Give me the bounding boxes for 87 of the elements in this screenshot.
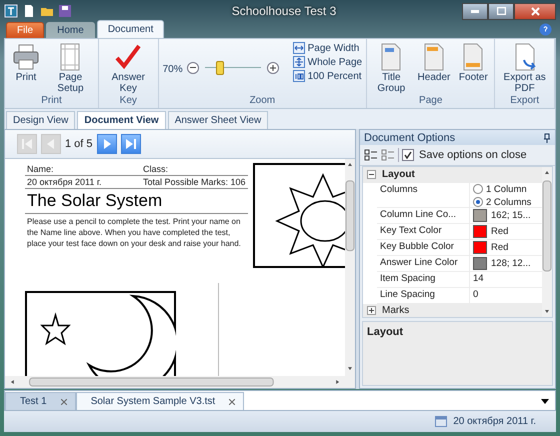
property-value: Red	[491, 242, 508, 253]
zoom-option-button[interactable]: Page Width	[292, 42, 362, 54]
slider-thumb[interactable]	[216, 61, 224, 75]
property-name: Item Spacing	[377, 272, 470, 287]
app-icon	[4, 4, 18, 18]
ribbon-button[interactable]: Page Setup	[47, 42, 94, 94]
property-name: Column Line Co...	[377, 208, 470, 223]
minimize-button[interactable]	[462, 2, 488, 20]
ribbon-tab[interactable]: Home	[46, 22, 95, 38]
workspace-tab[interactable]: Test 1	[5, 392, 76, 410]
maximize-button[interactable]	[488, 2, 514, 20]
radio-option[interactable]: 1 Column	[473, 184, 539, 195]
pin-icon[interactable]	[543, 132, 551, 142]
minimize-icon	[471, 10, 479, 12]
checkmark-icon	[113, 42, 144, 72]
dropdown-icon[interactable]	[541, 399, 549, 404]
arrows-icon	[292, 56, 305, 68]
vertical-scrollbar[interactable]	[345, 159, 355, 388]
window-title: Schoolhouse Test 3	[230, 4, 338, 18]
property-value: 162; 15...	[491, 210, 531, 221]
radio-option[interactable]: 2 Columns	[473, 196, 539, 208]
instructions-text: Please use a pencil to complete the test. Print your name on the Name line above. When you have completed the test, place your test face down on your desk and raise your hand.	[26, 216, 242, 250]
panel-title: Document Options	[364, 132, 456, 144]
new-file-icon[interactable]	[22, 4, 36, 18]
save-icon[interactable]	[58, 4, 72, 18]
pager-button[interactable]	[120, 134, 141, 154]
save-options-checkbox[interactable]: Save options on close	[402, 149, 527, 161]
property-value[interactable]: 0	[473, 288, 539, 300]
ribbon-tab[interactable]: Document	[96, 20, 164, 38]
property-name: Line Spacing	[377, 288, 470, 303]
collapse-icon[interactable]	[367, 170, 376, 180]
close-icon	[530, 6, 540, 16]
name-label: Name:	[27, 164, 55, 174]
property-value: Red	[491, 226, 508, 237]
ribbon-button[interactable]: Title Group	[371, 42, 412, 94]
maximize-icon	[496, 7, 506, 15]
total-marks: Total Possible Marks: 106	[143, 177, 246, 187]
group-label: Key	[118, 95, 138, 108]
minus-icon	[190, 67, 196, 69]
skip-icon	[19, 136, 35, 152]
close-icon[interactable]	[60, 398, 67, 404]
ribbon-button[interactable]: Answer Key	[102, 42, 154, 94]
view-tab[interactable]: Design View	[6, 111, 76, 129]
class-label: Class:	[143, 164, 168, 174]
workspace-tab[interactable]: Solar System Sample V3.tst	[76, 392, 244, 410]
group-label: Print	[40, 95, 63, 108]
ribbon-button[interactable]: Footer	[456, 42, 490, 83]
zoom-icon	[292, 70, 305, 82]
property-name: Answer Line Color	[377, 256, 470, 271]
close-button[interactable]	[514, 2, 556, 20]
page-indicator: 1 of 5	[65, 138, 93, 150]
zoom-option-button[interactable]: 100 Percent	[292, 70, 362, 82]
calendar-icon	[435, 416, 448, 427]
horizontal-scrollbar[interactable]	[5, 376, 345, 388]
group-label: Zoom	[248, 95, 276, 108]
view-tab[interactable]: Answer Sheet View	[168, 111, 268, 129]
categorized-icon[interactable]	[364, 148, 378, 162]
ribbon-button[interactable]: Export as PDF	[499, 42, 550, 94]
zoom-reading: 70%	[162, 64, 183, 75]
property-name: Columns	[377, 182, 470, 207]
test-date: 20 октября 2011 г.	[27, 177, 103, 187]
zoom-in-button[interactable]	[266, 62, 279, 74]
group-label: Page	[418, 95, 444, 108]
zoom-out-button[interactable]	[186, 62, 199, 74]
property-value: 128; 12...	[491, 258, 531, 269]
zoom-option-button[interactable]: Whole Page	[292, 56, 362, 68]
group-label: Export	[509, 95, 540, 108]
arrows-icon	[292, 42, 305, 54]
property-name: Key Bubble Color	[377, 240, 470, 255]
ribbon-button[interactable]: Print	[9, 42, 43, 83]
plus-icon	[270, 65, 276, 71]
description-title: Layout	[367, 326, 404, 338]
close-icon[interactable]	[229, 398, 236, 404]
property-value[interactable]: 14	[473, 272, 539, 284]
checkmark-icon	[404, 151, 412, 159]
pager-button[interactable]	[96, 134, 117, 154]
expand-icon[interactable]	[367, 306, 376, 315]
section-header: Marks	[382, 304, 410, 316]
property-name: Key Text Color	[377, 224, 470, 239]
test-title: The Solar System	[25, 189, 248, 214]
printer-icon	[11, 42, 41, 72]
view-tab[interactable]: Document View	[77, 111, 166, 129]
section-header: Layout	[382, 169, 415, 180]
vertical-scrollbar[interactable]	[542, 167, 552, 317]
status-date: 20 октября 2011 г.	[453, 416, 536, 427]
help-icon[interactable]	[539, 23, 552, 36]
ribbon-button[interactable]: Header	[416, 42, 452, 83]
